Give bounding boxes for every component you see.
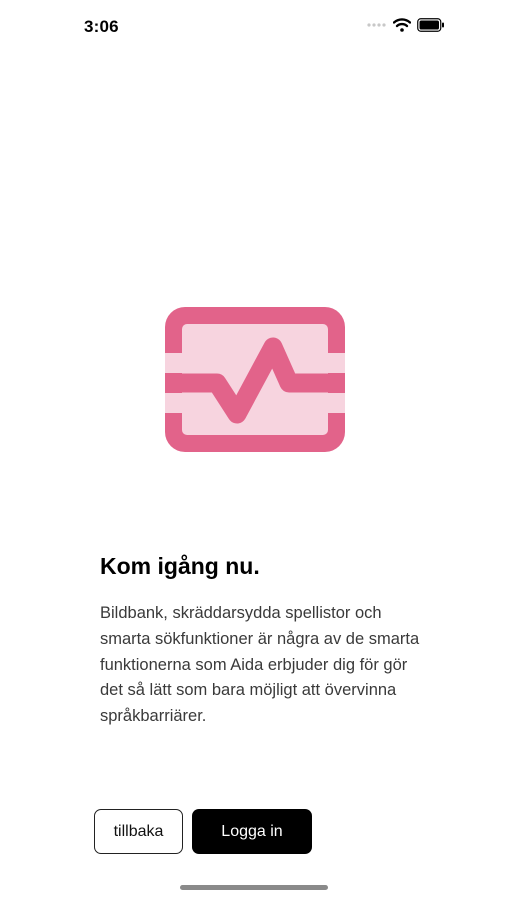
wifi-icon bbox=[393, 18, 411, 32]
home-indicator[interactable] bbox=[180, 885, 328, 890]
pulse-monitor-icon bbox=[165, 307, 345, 452]
back-button[interactable]: tillbaka bbox=[94, 809, 183, 854]
login-button[interactable]: Logga in bbox=[192, 809, 312, 854]
signal-icon bbox=[367, 23, 386, 27]
description-text: Bildbank, skräddarsydda spellistor och s… bbox=[100, 604, 420, 726]
battery-icon bbox=[417, 18, 444, 32]
status-icons bbox=[367, 18, 445, 32]
status-time: 3:06 bbox=[84, 17, 119, 36]
page-title: Kom igång nu. bbox=[100, 553, 260, 579]
status-bar: 3:06 bbox=[0, 0, 507, 54]
